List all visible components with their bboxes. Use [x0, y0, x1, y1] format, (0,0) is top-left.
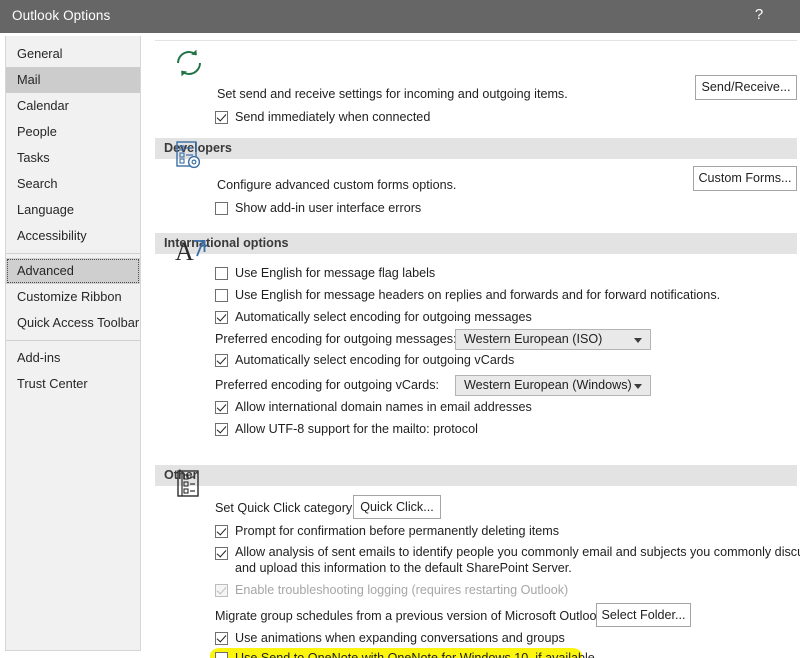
quick-click-label: Set Quick Click category: — [215, 501, 356, 515]
onenote-send-to-checkbox[interactable] — [215, 652, 228, 658]
troubleshooting-logging-label: Enable troubleshooting logging (requires… — [235, 583, 569, 597]
use-animations-label: Use animations when expanding conversati… — [235, 631, 565, 645]
chevron-down-icon — [634, 384, 642, 389]
dropdown-value: Western European (ISO) — [464, 332, 603, 346]
sidebar-item-search[interactable]: Search — [6, 171, 140, 197]
select-folder-button[interactable]: Select Folder... — [596, 603, 691, 627]
sidebar-item-label: Customize Ribbon — [17, 289, 122, 304]
allow-analysis-label-line2: and upload this information to the defau… — [235, 561, 572, 575]
send-immediately-checkbox[interactable] — [215, 111, 228, 124]
sidebar-item-accessibility[interactable]: Accessibility — [6, 223, 140, 249]
dropdown-value: Western European (Windows) — [464, 378, 632, 392]
sidebar-item-advanced[interactable]: Advanced — [6, 258, 140, 284]
sidebar-item-mail[interactable]: Mail — [6, 67, 140, 93]
options-content-pane: Set send and receive settings for incomi… — [152, 33, 800, 658]
sidebar-item-label: Mail — [17, 72, 41, 87]
sidebar-item-label: General — [17, 46, 63, 61]
auto-select-encoding-messages-checkbox[interactable] — [215, 311, 228, 324]
prompt-delete-checkbox[interactable] — [215, 525, 228, 538]
send-immediately-label: Send immediately when connected — [235, 110, 431, 124]
custom-forms-button[interactable]: Custom Forms... — [693, 166, 797, 191]
developers-section-header: Developers — [155, 138, 797, 159]
show-addin-errors-checkbox[interactable] — [215, 202, 228, 215]
sidebar-item-language[interactable]: Language — [6, 197, 140, 223]
help-icon[interactable]: ? — [748, 4, 770, 26]
sidebar-item-label: Search — [17, 176, 58, 191]
preferred-encoding-vcards-label: Preferred encoding for outgoing vCards: — [215, 378, 440, 392]
top-divider — [155, 40, 797, 41]
sidebar-item-general[interactable]: General — [6, 41, 140, 67]
use-english-flag-labels-checkbox[interactable] — [215, 267, 228, 280]
allow-analysis-checkbox[interactable] — [215, 547, 228, 560]
allow-utf8-mailto-checkbox[interactable] — [215, 423, 228, 436]
dialog-body: General Mail Calendar People Tasks Searc… — [0, 33, 800, 658]
custom-forms-description: Configure advanced custom forms options. — [217, 178, 457, 192]
sidebar-item-add-ins[interactable]: Add-ins — [6, 345, 140, 371]
sidebar-item-trust-center[interactable]: Trust Center — [6, 371, 140, 397]
custom-forms-button-label: Custom Forms... — [698, 171, 792, 185]
quick-click-button-label: Quick Click... — [360, 500, 434, 514]
preferred-encoding-vcards-dropdown[interactable]: Western European (Windows) — [455, 375, 651, 396]
show-addin-errors-label: Show add-in user interface errors — [235, 201, 422, 215]
language-icon: A — [175, 237, 207, 265]
chevron-down-icon — [634, 338, 642, 343]
troubleshooting-logging-checkbox — [215, 584, 228, 597]
international-section-header: International options — [155, 233, 797, 254]
window-title: Outlook Options — [12, 8, 111, 23]
sidebar-divider — [6, 253, 140, 254]
sidebar-item-label: Accessibility — [17, 228, 87, 243]
prompt-delete-label: Prompt for confirmation before permanent… — [235, 524, 560, 538]
svg-text:A: A — [175, 237, 194, 265]
sidebar-item-label: Add-ins — [17, 350, 61, 365]
allow-idn-checkbox[interactable] — [215, 401, 228, 414]
sidebar-item-quick-access-toolbar[interactable]: Quick Access Toolbar — [6, 310, 140, 336]
preferred-encoding-messages-dropdown[interactable]: Western European (ISO) — [455, 329, 651, 350]
use-english-headers-label: Use English for message headers on repli… — [235, 288, 721, 302]
auto-select-encoding-vcards-label: Automatically select encoding for outgoi… — [235, 353, 515, 367]
outlook-options-dialog: Outlook Options ? General Mail Calendar … — [0, 0, 800, 658]
sidebar-item-label: People — [17, 124, 57, 139]
sidebar-item-customize-ribbon[interactable]: Customize Ribbon — [6, 284, 140, 310]
preferred-encoding-messages-label: Preferred encoding for outgoing messages… — [215, 332, 457, 346]
allow-idn-label: Allow international domain names in emai… — [235, 400, 532, 414]
migrate-group-schedules-label: Migrate group schedules from a previous … — [215, 609, 607, 623]
allow-utf8-mailto-label: Allow UTF-8 support for the mailto: prot… — [235, 422, 478, 436]
sidebar-item-label: Tasks — [17, 150, 50, 165]
use-animations-checkbox[interactable] — [215, 632, 228, 645]
sidebar-item-people[interactable]: People — [6, 119, 140, 145]
onenote-send-to-label: Use Send to OneNote with OneNote for Win… — [235, 651, 595, 658]
auto-select-encoding-messages-label: Automatically select encoding for outgoi… — [235, 310, 532, 324]
custom-forms-icon — [176, 141, 201, 169]
sidebar-item-label: Trust Center — [17, 376, 88, 391]
sidebar-divider — [6, 340, 140, 341]
sidebar-item-label: Calendar — [17, 98, 69, 113]
sidebar-item-calendar[interactable]: Calendar — [6, 93, 140, 119]
use-english-headers-checkbox[interactable] — [215, 289, 228, 302]
select-folder-button-label: Select Folder... — [601, 608, 686, 622]
allow-analysis-label-line1: Allow analysis of sent emails to identif… — [235, 545, 800, 559]
send-receive-description: Set send and receive settings for incomi… — [217, 87, 568, 101]
send-receive-button[interactable]: Send/Receive... — [695, 75, 797, 100]
sidebar-item-label: Quick Access Toolbar — [17, 315, 140, 330]
sidebar-item-label: Language — [17, 202, 74, 217]
options-sidebar: General Mail Calendar People Tasks Searc… — [5, 36, 141, 651]
sidebar-item-tasks[interactable]: Tasks — [6, 145, 140, 171]
use-english-flag-labels-label: Use English for message flag labels — [235, 266, 436, 280]
quick-click-category-icon — [177, 470, 199, 497]
sidebar-item-label: Advanced — [17, 263, 74, 278]
auto-select-encoding-vcards-checkbox[interactable] — [215, 354, 228, 367]
send-receive-button-label: Send/Receive... — [701, 80, 791, 94]
quick-click-button[interactable]: Quick Click... — [353, 495, 441, 519]
title-bar: Outlook Options ? — [0, 0, 800, 33]
other-section-header: Other — [155, 465, 797, 486]
sync-icon — [177, 49, 201, 77]
